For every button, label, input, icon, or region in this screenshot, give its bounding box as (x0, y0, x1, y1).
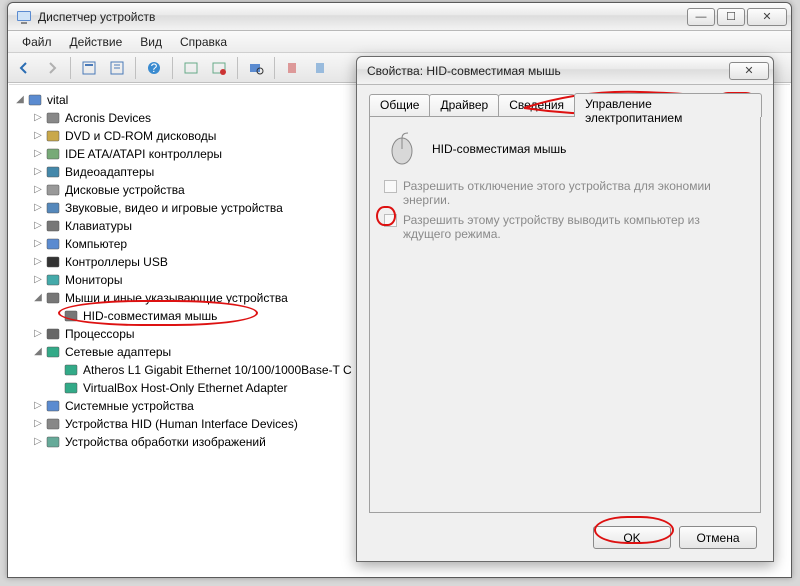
tree-label: Мыши и иные указывающие устройства (65, 289, 288, 307)
close-button[interactable]: ✕ (747, 8, 787, 26)
tree-label: Компьютер (65, 235, 127, 253)
tree-label: Acronis Devices (65, 109, 151, 127)
checkbox-row-2: Разрешить этому устройству выводить комп… (370, 209, 760, 243)
tree-label: Контроллеры USB (65, 253, 168, 271)
tab-general[interactable]: Общие (369, 94, 430, 118)
tool-5[interactable] (281, 56, 305, 80)
tree-label: vital (47, 91, 68, 109)
forward-button[interactable] (40, 56, 64, 80)
ok-button[interactable]: OK (593, 526, 671, 549)
separator (135, 57, 136, 79)
computer-icon (27, 92, 43, 108)
menu-file[interactable]: Файл (14, 33, 60, 51)
tool-help[interactable]: ? (142, 56, 166, 80)
system-icon (45, 398, 61, 414)
gear-icon (45, 110, 61, 126)
tree-label: Сетевые адаптеры (65, 343, 171, 361)
app-icon (16, 9, 32, 25)
menu-help[interactable]: Справка (172, 33, 235, 51)
net-icon (45, 344, 61, 360)
separator (237, 57, 238, 79)
cpu-icon (45, 326, 61, 342)
hid-icon (45, 416, 61, 432)
keyboard-icon (45, 218, 61, 234)
dialog-buttons: OK Отмена (593, 526, 757, 549)
device-name-label: HID-совместимая мышь (432, 142, 566, 156)
menubar: Файл Действие Вид Справка (8, 31, 791, 53)
tree-label: HID-совместимая мышь (83, 307, 217, 325)
tree-label: Клавиатуры (65, 217, 132, 235)
separator (274, 57, 275, 79)
tool-4[interactable] (207, 56, 231, 80)
sound-icon (45, 200, 61, 216)
computer-icon (45, 236, 61, 252)
allow-power-off-label: Разрешить отключение этого устройства дл… (403, 179, 746, 207)
svg-text:?: ? (151, 61, 158, 75)
ide-icon (45, 146, 61, 162)
allow-wake-checkbox[interactable] (384, 214, 397, 227)
tree-label: DVD и CD-ROM дисководы (65, 127, 216, 145)
checkbox-row-1: Разрешить отключение этого устройства дл… (370, 175, 760, 209)
tab-content: HID-совместимая мышь Разрешить отключени… (369, 116, 761, 513)
display-icon (45, 164, 61, 180)
tree-label: Atheros L1 Gigabit Ethernet 10/100/1000B… (83, 361, 352, 379)
nic-icon (63, 380, 79, 396)
dialog-titlebar[interactable]: Свойства: HID-совместимая мышь ✕ (357, 57, 773, 85)
tab-power[interactable]: Управление электропитанием (574, 93, 762, 117)
tree-label: Устройства HID (Human Interface Devices) (65, 415, 298, 433)
window-title: Диспетчер устройств (38, 10, 687, 24)
monitor-icon (45, 272, 61, 288)
tree-label: Видеоадаптеры (65, 163, 154, 181)
minimize-button[interactable]: — (687, 8, 715, 26)
cancel-button[interactable]: Отмена (679, 526, 757, 549)
window-buttons: — ☐ ✕ (687, 8, 787, 26)
back-button[interactable] (12, 56, 36, 80)
mouse-icon (63, 308, 79, 324)
tree-label: Мониторы (65, 271, 122, 289)
maximize-button[interactable]: ☐ (717, 8, 745, 26)
mouse-icon (45, 290, 61, 306)
tab-details[interactable]: Сведения (498, 94, 575, 118)
tool-3[interactable] (179, 56, 203, 80)
tree-label: VirtualBox Host-Only Ethernet Adapter (83, 379, 288, 397)
dialog-title: Свойства: HID-совместимая мышь (367, 64, 729, 78)
nic-icon (63, 362, 79, 378)
tab-strip: Общие Драйвер Сведения Управление электр… (369, 93, 761, 117)
tool-6[interactable] (309, 56, 333, 80)
menu-view[interactable]: Вид (132, 33, 170, 51)
tool-1[interactable] (77, 56, 101, 80)
tree-label: Системные устройства (65, 397, 194, 415)
imaging-icon (45, 434, 61, 450)
mouse-icon (384, 131, 420, 167)
tree-label: IDE ATA/ATAPI контроллеры (65, 145, 222, 163)
separator (172, 57, 173, 79)
device-header: HID-совместимая мышь (370, 117, 760, 175)
dialog-close-button[interactable]: ✕ (729, 62, 769, 80)
tree-label: Звуковые, видео и игровые устройства (65, 199, 283, 217)
tab-driver[interactable]: Драйвер (429, 94, 499, 118)
tool-2[interactable] (105, 56, 129, 80)
tool-scan[interactable] (244, 56, 268, 80)
tree-label: Дисковые устройства (65, 181, 185, 199)
menu-action[interactable]: Действие (62, 33, 131, 51)
tree-label: Процессоры (65, 325, 135, 343)
allow-power-off-checkbox[interactable] (384, 180, 397, 193)
titlebar[interactable]: Диспетчер устройств — ☐ ✕ (8, 3, 791, 31)
tree-label: Устройства обработки изображений (65, 433, 266, 451)
separator (70, 57, 71, 79)
disk-icon (45, 182, 61, 198)
usb-icon (45, 254, 61, 270)
disc-icon (45, 128, 61, 144)
allow-wake-label: Разрешить этому устройству выводить комп… (403, 213, 743, 241)
properties-dialog: Свойства: HID-совместимая мышь ✕ Общие Д… (356, 56, 774, 562)
